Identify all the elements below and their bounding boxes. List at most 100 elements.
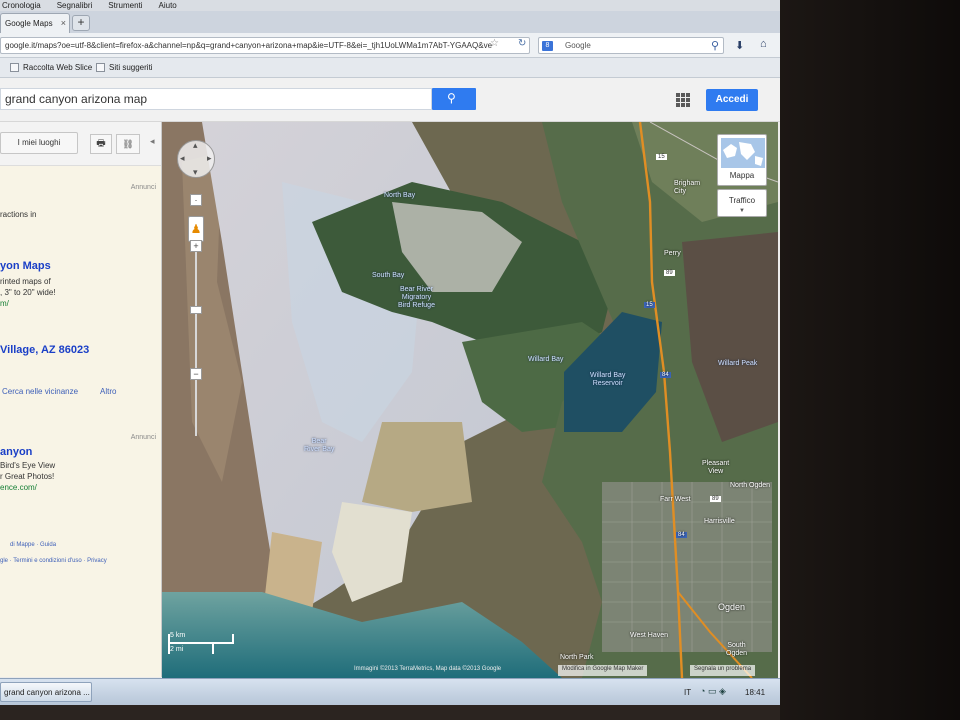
tray-icons[interactable]: ◔ ▭ ◈ bbox=[700, 686, 726, 697]
search-icon[interactable]: ⚲ bbox=[711, 39, 719, 52]
result-url: m/ bbox=[0, 299, 9, 308]
bookmark-suggested-sites[interactable]: Siti suggeriti bbox=[96, 63, 153, 72]
map-label-ogden[interactable]: Ogden bbox=[718, 602, 745, 612]
more-link[interactable]: Altro bbox=[100, 387, 116, 396]
traffic-label: Traffico bbox=[728, 196, 756, 205]
monitor-frame: Cronologia Segnalibri Strumenti Aiuto Go… bbox=[0, 0, 960, 720]
satellite-map[interactable]: North Bay South Bay Bear River Migratory… bbox=[162, 122, 778, 678]
map-label-farr-west[interactable]: Farr West bbox=[660, 496, 691, 503]
bookmark-web-slice[interactable]: Raccolta Web Slice bbox=[10, 63, 92, 72]
web-slice-icon bbox=[10, 63, 19, 72]
tab-google-maps[interactable]: Google Maps × bbox=[0, 13, 70, 33]
menu-history[interactable]: Cronologia bbox=[2, 1, 41, 10]
map-label-bear-river-bay[interactable]: Bear River Bay bbox=[304, 438, 334, 454]
url-bar[interactable]: google.it/maps?oe=utf-8&client=firefox-a… bbox=[0, 37, 530, 54]
search-icon: ⚲ bbox=[447, 91, 456, 105]
pan-up-icon[interactable]: ▴ bbox=[193, 140, 198, 151]
map-label-brigham-city[interactable]: Brigham City bbox=[674, 180, 700, 196]
pan-left-icon[interactable]: ◂ bbox=[180, 153, 185, 164]
download-icon[interactable]: ⬇ bbox=[735, 39, 744, 52]
footer-links[interactable]: di Mappe · Guida bbox=[10, 542, 56, 548]
zoom-control: + − bbox=[190, 194, 202, 454]
os-taskbar: grand canyon arizona ... IT ◔ ▭ ◈ 18:41 bbox=[0, 678, 780, 705]
bookmark-label: Raccolta Web Slice bbox=[23, 63, 93, 72]
result-snippet: r Great Photos! bbox=[0, 472, 55, 481]
bookmarks-bar: Raccolta Web Slice Siti suggeriti bbox=[0, 58, 780, 78]
result-title-link[interactable]: yon Maps bbox=[0, 260, 51, 272]
menu-tools[interactable]: Strumenti bbox=[108, 1, 142, 10]
maps-search-query: grand canyon arizona map bbox=[5, 92, 148, 106]
map-label-north-park[interactable]: North Park bbox=[560, 654, 593, 661]
google-header: grand canyon arizona map ⚲ Accedi bbox=[0, 78, 780, 122]
tab-close-icon[interactable]: × bbox=[61, 18, 66, 28]
report-problem-link[interactable]: Segnala un problema bbox=[690, 665, 756, 676]
result-title-link[interactable]: Village, AZ 86023 bbox=[0, 344, 89, 356]
zoom-in-button[interactable]: + bbox=[190, 240, 202, 252]
map-label-willard-peak[interactable]: Willard Peak bbox=[718, 360, 757, 367]
zoom-out-button[interactable]: − bbox=[190, 368, 202, 380]
ad-label: Annunci bbox=[130, 184, 156, 191]
map-thumbnail bbox=[721, 138, 765, 168]
print-icon[interactable]: 🖶 bbox=[90, 134, 112, 154]
interstate-shield: 15 bbox=[644, 302, 655, 308]
result-title-link[interactable]: anyon bbox=[0, 446, 32, 458]
nearby-search-link[interactable]: Cerca nelle vicinanze bbox=[2, 387, 78, 396]
tab-bar: Google Maps × + bbox=[0, 11, 780, 33]
highway-shield: 89 bbox=[664, 270, 675, 276]
tray-language[interactable]: IT bbox=[684, 688, 691, 697]
my-places-button[interactable]: I miei luoghi bbox=[0, 132, 78, 154]
taskbar-browser-window[interactable]: grand canyon arizona ... bbox=[0, 682, 92, 702]
zoom-track[interactable] bbox=[195, 252, 197, 436]
footer-links[interactable]: gle · Termini e condizioni d'uso · Priva… bbox=[0, 558, 107, 564]
result-snippet: , 3" to 20" wide! bbox=[0, 288, 56, 297]
map-label-south-ogden[interactable]: South Ogden bbox=[726, 642, 747, 658]
result-url: ence.com/ bbox=[0, 483, 37, 492]
map-label-willard-bay-reservoir[interactable]: Willard Bay Reservoir bbox=[590, 372, 625, 388]
pan-right-icon[interactable]: ▸ bbox=[207, 153, 212, 164]
maps-search-input[interactable]: grand canyon arizona map bbox=[0, 88, 432, 110]
navigation-bar: google.it/maps?oe=utf-8&client=firefox-a… bbox=[0, 33, 780, 58]
map-label-north-bay[interactable]: North Bay bbox=[384, 192, 415, 199]
search-engine-icon[interactable]: 8 bbox=[542, 41, 553, 51]
monitor-bezel-bottom bbox=[0, 705, 780, 720]
chevron-down-icon: ▼ bbox=[739, 208, 745, 214]
tray-clock[interactable]: 18:41 bbox=[745, 688, 765, 697]
ad-label: Annunci bbox=[130, 434, 156, 441]
map-imagery bbox=[162, 122, 778, 678]
collapse-panel-icon[interactable]: ◂ bbox=[150, 136, 155, 147]
map-type-label: Mappa bbox=[729, 171, 755, 180]
results-panel: I miei luoghi 🖶 ⛓ ◂ Annunci ractions in … bbox=[0, 122, 162, 677]
map-label-bear-river-refuge[interactable]: Bear River Migratory Bird Refuge bbox=[398, 286, 435, 310]
menu-bookmarks[interactable]: Segnalibri bbox=[57, 1, 93, 10]
map-label-harrisville[interactable]: Harrisville bbox=[704, 518, 735, 525]
menu-help[interactable]: Aiuto bbox=[159, 1, 177, 10]
result-snippet: rinted maps of bbox=[0, 277, 51, 286]
maps-search-button[interactable]: ⚲ bbox=[432, 88, 476, 110]
signin-button[interactable]: Accedi bbox=[706, 89, 758, 111]
map-label-willard-bay[interactable]: Willard Bay bbox=[528, 356, 563, 363]
scale-km: 5 km bbox=[170, 632, 186, 639]
map-label-west-haven[interactable]: West Haven bbox=[630, 632, 668, 639]
search-engine-label: Google bbox=[565, 41, 591, 50]
screen: Cronologia Segnalibri Strumenti Aiuto Go… bbox=[0, 0, 780, 705]
home-icon[interactable]: ⌂ bbox=[760, 38, 767, 50]
map-maker-link[interactable]: Modifica in Google Map Maker bbox=[558, 665, 648, 676]
map-label-perry[interactable]: Perry bbox=[664, 250, 681, 257]
link-icon[interactable]: ⛓ bbox=[116, 134, 140, 154]
apps-grid-icon[interactable] bbox=[676, 93, 690, 107]
bookmark-star-icon[interactable]: ☆ bbox=[490, 38, 499, 49]
reload-icon[interactable]: ↻ bbox=[518, 38, 526, 49]
browser-menubar: Cronologia Segnalibri Strumenti Aiuto bbox=[0, 0, 780, 11]
tab-title: Google Maps bbox=[5, 19, 53, 28]
zoom-slider-handle[interactable] bbox=[190, 306, 202, 314]
map-label-pleasant-view[interactable]: Pleasant View bbox=[702, 460, 729, 476]
map-label-north-ogden[interactable]: North Ogden bbox=[730, 482, 770, 489]
browser-search-box[interactable]: 8 Google ⚲ bbox=[538, 37, 724, 54]
map-type-toggle[interactable]: Mappa bbox=[717, 134, 767, 186]
pan-down-icon[interactable]: ▾ bbox=[193, 167, 198, 178]
scale-mi: 2 mi bbox=[170, 646, 184, 653]
map-label-south-bay[interactable]: South Bay bbox=[372, 272, 404, 279]
new-tab-button[interactable]: + bbox=[72, 15, 90, 31]
pan-control[interactable]: ▴ ▾ ◂ ▸ bbox=[177, 140, 215, 178]
traffic-layer-button[interactable]: Traffico ▼ bbox=[717, 189, 767, 217]
